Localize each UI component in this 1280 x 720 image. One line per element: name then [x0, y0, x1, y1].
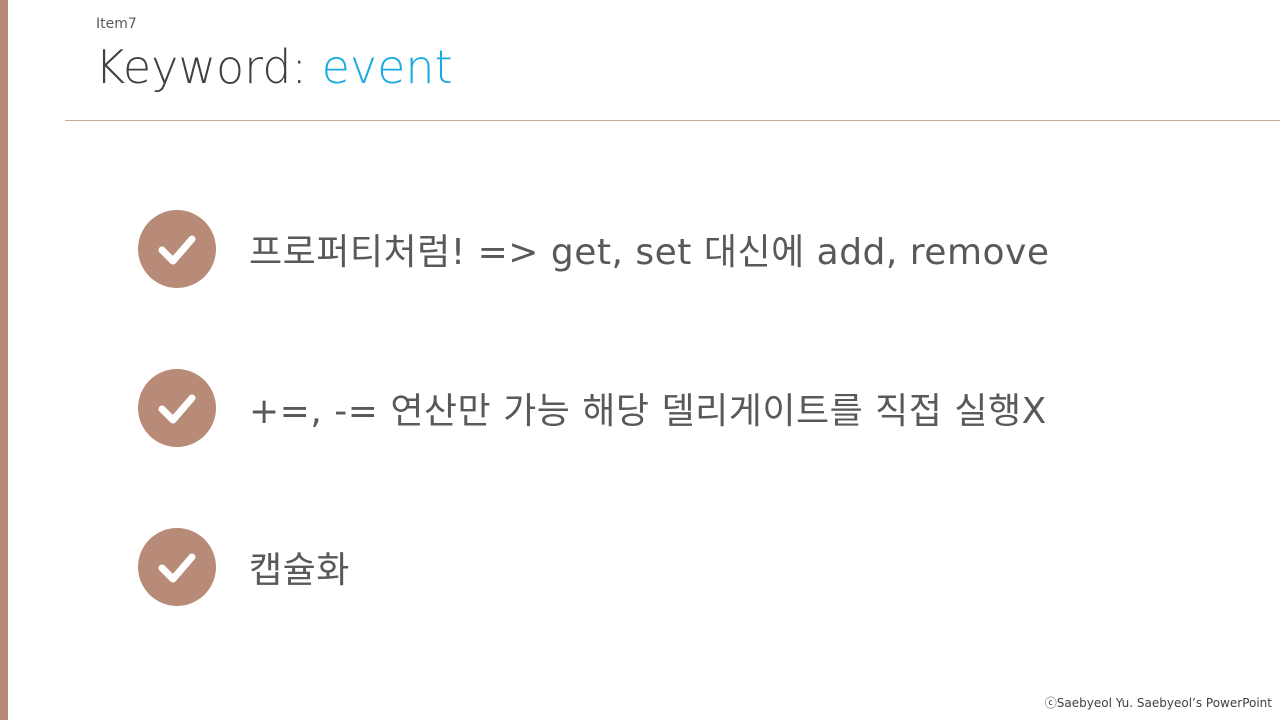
- title-keyword: event: [321, 40, 453, 94]
- check-icon: [138, 210, 216, 288]
- check-icon: [138, 369, 216, 447]
- title-divider: [65, 120, 1280, 121]
- bullet-item: 프로퍼티처럼! => get, set 대신에 add, remove: [138, 210, 1050, 288]
- bullet-text: +=, -= 연산만 가능 해당 델리게이트를 직접 실행X: [249, 391, 1047, 432]
- title-prefix: Keyword:: [95, 40, 322, 94]
- footer-copyright: ⓒSaebyeol Yu. Saebyeol’s PowerPoint: [1044, 696, 1272, 710]
- bullet-text: 프로퍼티처럼! => get, set 대신에 add, remove: [249, 232, 1050, 273]
- item-label: Item7: [96, 16, 137, 32]
- check-icon: [138, 528, 216, 606]
- left-accent-bar: [0, 0, 8, 720]
- bullet-item: 캡슐화: [138, 528, 350, 606]
- bullet-item: +=, -= 연산만 가능 해당 델리게이트를 직접 실행X: [138, 369, 1047, 447]
- slide-title: Keyword: event: [95, 40, 453, 95]
- bullet-text: 캡슐화: [249, 550, 350, 591]
